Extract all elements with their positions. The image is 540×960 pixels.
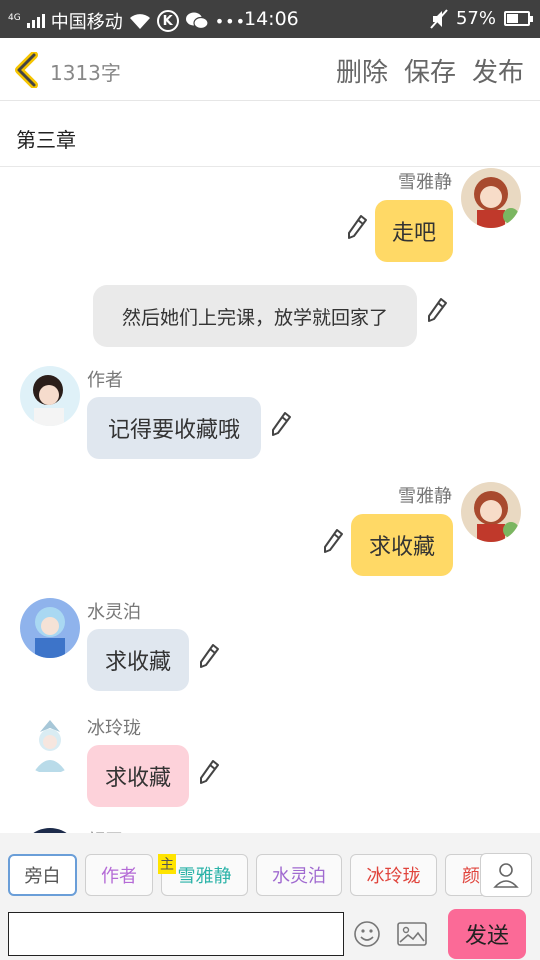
battery-icon: [504, 11, 533, 26]
avatar[interactable]: [20, 714, 80, 774]
role-label: 作者: [101, 866, 137, 887]
role-selector: 旁白 作者 雪雅静 主 水灵泊 冰玲珑 颜: [0, 833, 540, 905]
speaker-name: 冰玲珑: [87, 718, 141, 739]
person-icon: [493, 863, 519, 888]
speaker-name: 水灵泊: [87, 602, 141, 623]
avatar[interactable]: [20, 366, 80, 426]
signal-icon: [26, 14, 45, 28]
role-label: 颜: [462, 866, 480, 887]
edit-icon[interactable]: [346, 214, 368, 240]
avatar[interactable]: [20, 598, 80, 658]
message-input[interactable]: [8, 912, 344, 956]
clock: 14:06: [244, 8, 299, 30]
carrier-name: 中国移动: [50, 12, 123, 33]
role-shui-lingbo[interactable]: 水灵泊: [256, 854, 342, 896]
word-count: 1313字: [50, 61, 121, 85]
speaker-name: 作者: [87, 370, 123, 391]
role-author[interactable]: 作者: [85, 854, 153, 896]
battery-percent: 57%: [455, 8, 496, 29]
send-button[interactable]: 发送: [448, 909, 526, 959]
delete-button[interactable]: 删除: [336, 52, 388, 89]
chapter-title-row[interactable]: 第三章: [0, 102, 540, 167]
role-label: 雪雅静: [177, 866, 232, 887]
emoji-icon[interactable]: [352, 919, 382, 949]
edit-icon[interactable]: [270, 411, 292, 437]
edit-icon[interactable]: [322, 528, 344, 554]
wechat-icon: [185, 12, 209, 30]
back-icon[interactable]: [12, 52, 44, 88]
role-label: 水灵泊: [272, 866, 326, 887]
message-bubble[interactable]: 求收藏: [87, 745, 189, 807]
message-bubble[interactable]: 求收藏: [87, 629, 189, 691]
mute-icon: [430, 8, 448, 29]
edit-icon[interactable]: [198, 759, 220, 785]
save-button[interactable]: 保存: [404, 52, 456, 89]
message-bubble[interactable]: 求收藏: [351, 514, 453, 576]
message-bubble[interactable]: 记得要收藏哦: [87, 397, 261, 459]
publish-button[interactable]: 发布: [472, 52, 524, 89]
image-icon[interactable]: [396, 919, 428, 949]
chapter-title[interactable]: 第三章: [16, 124, 76, 153]
avatar[interactable]: [461, 168, 521, 228]
speaker-name: 雪雅静: [398, 172, 452, 193]
avatar[interactable]: [461, 482, 521, 542]
edit-icon[interactable]: [426, 297, 448, 323]
k-app-icon: K: [156, 10, 179, 32]
network-type: 4G: [8, 12, 21, 23]
role-label: 冰玲珑: [366, 866, 421, 887]
speaker-name: 雪雅静: [398, 486, 452, 507]
role-label: 旁白: [24, 866, 61, 887]
more-icon: •••: [214, 11, 247, 31]
manage-roles-button[interactable]: [480, 853, 532, 897]
chat-list[interactable]: 雪雅静 走吧 然后她们上完课，放学就回家了 作者 记得要收藏哦 雪雅静 求收藏 …: [0, 168, 540, 834]
input-bar: 发送: [0, 905, 540, 960]
message-bubble[interactable]: 走吧: [375, 200, 453, 262]
role-bing-linglong[interactable]: 冰玲珑: [350, 854, 437, 896]
main-character-tag: 主: [158, 854, 176, 874]
editor-header: 1313字 删除 保存 发布: [0, 38, 540, 101]
edit-icon[interactable]: [198, 643, 220, 669]
wifi-icon: [129, 14, 150, 29]
narration-bubble[interactable]: 然后她们上完课，放学就回家了: [93, 285, 417, 347]
role-narrator[interactable]: 旁白: [8, 854, 77, 896]
status-bar: 4G 中国移动 K ••• 14:06 57%: [0, 0, 540, 38]
